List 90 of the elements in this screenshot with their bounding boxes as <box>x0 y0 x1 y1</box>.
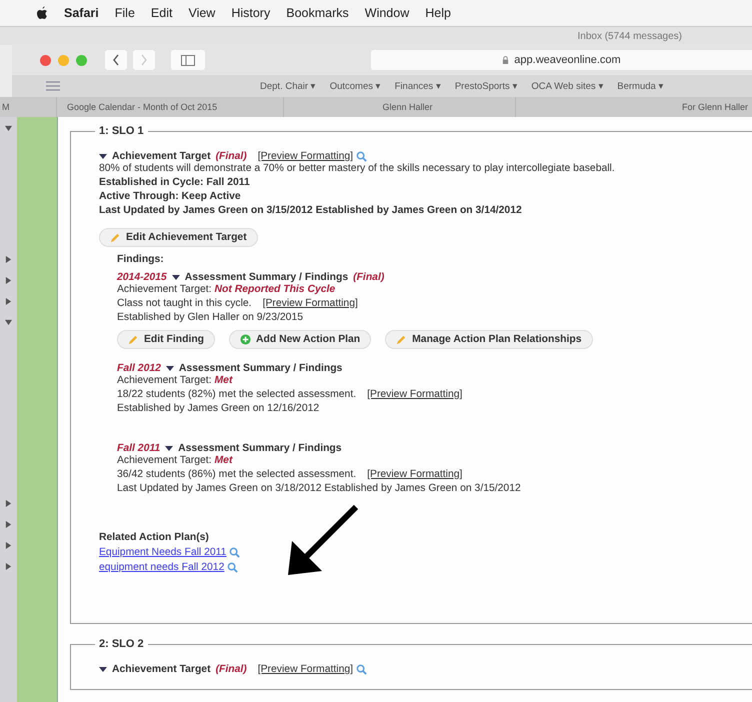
disclosure-triangle-icon[interactable] <box>5 563 12 570</box>
forward-chevron-icon <box>140 54 148 66</box>
action-plan-link[interactable]: Equipment Needs Fall 2011 <box>99 545 226 560</box>
finding-established: Established by Glen Haller on 9/23/2015 <box>117 311 304 325</box>
close-window-icon[interactable] <box>40 54 51 66</box>
caret-down-icon[interactable] <box>165 446 174 451</box>
findings-label: Findings: <box>117 253 165 267</box>
preview-formatting-link[interactable]: [Preview Formatting] <box>262 297 358 311</box>
menu-item[interactable]: Help <box>425 6 451 20</box>
disclosure-triangle-icon[interactable] <box>5 277 12 284</box>
caret-down-icon[interactable] <box>99 667 107 672</box>
target-result: Not Reported This Cycle <box>214 283 336 297</box>
disclosure-triangle-icon[interactable] <box>5 256 12 263</box>
bookmark-folder[interactable]: PrestoSports ▾ <box>454 80 518 92</box>
preview-formatting-link[interactable]: [Preview Formatting] <box>367 468 462 482</box>
finding-title: Assessment Summary / Findings <box>184 272 348 283</box>
target-detail: Established in Cycle: Fall 2011 <box>99 176 251 190</box>
edit-target-button[interactable]: Edit Achievement Target <box>99 228 258 247</box>
preview-formatting-link[interactable]: [Preview Formatting] <box>258 664 354 675</box>
finding-title: Assessment Summary / Findings <box>178 443 342 454</box>
disclosure-triangle-icon[interactable] <box>5 125 12 132</box>
finding-description: 18/22 students (82%) met the selected assessment. <box>117 388 356 402</box>
finding-action-button[interactable]: Manage Action Plan Relationships <box>385 330 592 349</box>
menu-item[interactable]: View <box>188 6 216 20</box>
status-label: (Final) <box>353 272 384 283</box>
back-button[interactable] <box>105 50 127 70</box>
finding-action-button[interactable]: Edit Finding <box>117 330 216 349</box>
slo-heading: 1: SLO 1 <box>98 125 145 137</box>
browser-tab[interactable]: Glenn Haller <box>282 97 516 117</box>
apple-logo-icon[interactable] <box>36 6 48 20</box>
disclosure-triangle-icon[interactable] <box>5 500 12 507</box>
search-icon[interactable] <box>356 151 368 162</box>
menu-item[interactable]: Edit <box>150 6 172 20</box>
caret-down-icon[interactable] <box>166 366 174 371</box>
address-field[interactable]: app.weaveonline.com <box>371 50 752 70</box>
status-label: (Final) <box>216 664 247 675</box>
finding-period: Fall 2011 <box>117 443 160 454</box>
background-window-title: Inbox (5744 messages) <box>577 30 682 42</box>
caret-down-icon[interactable] <box>172 275 180 280</box>
finding-established: Last Updated by James Green on 3/18/2012 Established by James Green on 3/15/2012 <box>117 482 522 496</box>
target-title: Achievement Target <box>112 664 211 675</box>
lock-icon <box>502 56 510 64</box>
search-icon[interactable] <box>356 664 368 675</box>
menu-app-name[interactable]: Safari <box>64 6 99 20</box>
target-title: Achievement Target <box>112 151 211 162</box>
menu-item[interactable]: Window <box>364 6 410 20</box>
search-icon[interactable] <box>229 547 240 558</box>
sidebar-cut-label: M <box>1 101 10 114</box>
pencil-icon <box>396 334 408 345</box>
target-result: Met <box>214 374 232 388</box>
pencil-icon <box>110 232 121 243</box>
finding-period: Fall 2012 <box>117 363 161 374</box>
target-result: Met <box>214 454 232 468</box>
preview-formatting-link[interactable]: [Preview Formatting] <box>258 151 354 162</box>
status-label: (Final) <box>216 151 247 162</box>
bookmark-folder[interactable]: OCA Web sites ▾ <box>531 80 604 92</box>
target-label: Achievement Target: <box>117 454 212 468</box>
slo-heading: 2: SLO 2 <box>98 638 145 650</box>
target-label: Achievement Target: <box>117 283 212 297</box>
disclosure-triangle-icon[interactable] <box>5 319 12 326</box>
menu-item[interactable]: Bookmarks <box>286 6 349 20</box>
menu-item[interactable]: History <box>231 6 270 20</box>
disclosure-triangle-icon[interactable] <box>5 521 12 528</box>
back-chevron-icon <box>112 54 120 66</box>
bookmark-folder[interactable]: Dept. Chair ▾ <box>260 80 316 92</box>
bookmark-folder[interactable]: Bermuda ▾ <box>617 80 664 92</box>
finding-title: Assessment Summary / Findings <box>178 363 342 374</box>
caret-down-icon[interactable] <box>99 154 107 159</box>
finding-description: 36/42 students (86%) met the selected assessment. <box>117 468 356 482</box>
target-description: 80% of students will demonstrate a 70% or better mastery of the skills necessary to play intercollegiate baseball. <box>99 162 616 176</box>
action-plan-link[interactable]: equipment needs Fall 2012 <box>99 560 224 575</box>
preview-formatting-link[interactable]: [Preview Formatting] <box>367 388 462 402</box>
pencil-icon <box>128 334 139 345</box>
target-detail: Last Updated by James Green on 3/15/2012 Established by James Green on 3/14/2012 <box>99 204 523 218</box>
disclosure-triangle-icon[interactable] <box>5 542 12 549</box>
finding-established: Established by James Green on 12/16/2012 <box>117 402 320 416</box>
target-label: Achievement Target: <box>117 374 212 388</box>
related-plans-label: Related Action Plan(s) <box>99 531 210 545</box>
finding-action-button[interactable]: Add New Action Plan <box>229 330 372 349</box>
search-icon[interactable] <box>227 562 238 573</box>
finding-description: Class not taught in this cycle. <box>117 297 252 311</box>
sidebar-icon <box>181 54 195 66</box>
disclosure-triangle-icon[interactable] <box>5 298 12 305</box>
target-detail: Active Through: Keep Active <box>99 190 242 204</box>
menu-item[interactable]: File <box>114 6 135 20</box>
bookmark-folder[interactable]: Finances ▾ <box>394 80 441 92</box>
plus-circle-icon <box>240 334 252 345</box>
sidebar-button[interactable] <box>171 50 205 70</box>
finding-period: 2014-2015 <box>117 272 167 283</box>
bookmark-folder[interactable]: Outcomes ▾ <box>330 80 381 92</box>
